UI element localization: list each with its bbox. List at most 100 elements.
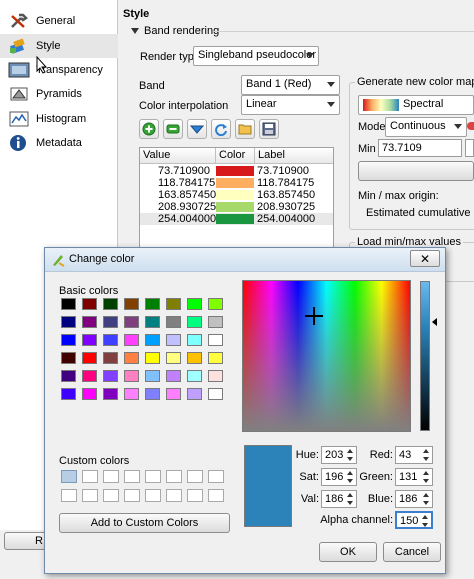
- custom-color-swatch[interactable]: [208, 489, 224, 502]
- custom-color-swatch[interactable]: [103, 489, 119, 502]
- sidebar-item-metadata[interactable]: Metadata: [0, 131, 118, 155]
- basic-color-swatch[interactable]: [103, 352, 118, 364]
- hue-saturation-picker[interactable]: [242, 280, 411, 432]
- table-header-color[interactable]: Color: [216, 148, 255, 164]
- row-color-swatch[interactable]: [216, 202, 254, 212]
- custom-color-swatch[interactable]: [187, 489, 203, 502]
- basic-color-swatch[interactable]: [187, 352, 202, 364]
- spin-arrows-icon[interactable]: [422, 448, 431, 462]
- value-slider-arrow-icon[interactable]: [432, 318, 437, 326]
- basic-color-swatch[interactable]: [187, 388, 202, 400]
- table-row[interactable]: 163.857450 163.857450: [140, 189, 333, 201]
- basic-color-swatch[interactable]: [103, 370, 118, 382]
- basic-color-swatch[interactable]: [82, 352, 97, 364]
- basic-color-swatch[interactable]: [82, 334, 97, 346]
- basic-color-swatch[interactable]: [124, 298, 139, 310]
- export-button[interactable]: [259, 119, 279, 139]
- custom-color-swatch[interactable]: [187, 470, 203, 483]
- custom-color-swatch[interactable]: [124, 489, 140, 502]
- classify-button[interactable]: [211, 119, 231, 139]
- row-color-swatch[interactable]: [216, 214, 254, 224]
- basic-color-swatch[interactable]: [208, 334, 223, 346]
- load-from-file-button[interactable]: [235, 119, 255, 139]
- min-field[interactable]: 73.7109: [378, 139, 462, 157]
- basic-color-swatch[interactable]: [124, 352, 139, 364]
- basic-color-swatch[interactable]: [124, 388, 139, 400]
- blue-field[interactable]: 186: [395, 490, 433, 508]
- custom-color-swatch[interactable]: [61, 470, 77, 483]
- basic-color-swatch[interactable]: [61, 298, 76, 310]
- basic-color-swatch[interactable]: [124, 370, 139, 382]
- value-slider[interactable]: [420, 281, 430, 431]
- basic-color-swatch[interactable]: [145, 388, 160, 400]
- row-color-swatch[interactable]: [216, 190, 254, 200]
- basic-color-swatch[interactable]: [82, 298, 97, 310]
- table-row[interactable]: 208.930725 208.930725: [140, 201, 333, 213]
- row-color-swatch[interactable]: [216, 166, 254, 176]
- render-type-select[interactable]: Singleband pseudocolor: [193, 46, 319, 66]
- basic-color-swatch[interactable]: [187, 316, 202, 328]
- band-select[interactable]: Band 1 (Red): [241, 75, 340, 95]
- spin-arrows-icon[interactable]: [422, 492, 431, 506]
- basic-color-swatch[interactable]: [103, 316, 118, 328]
- basic-color-swatch[interactable]: [82, 370, 97, 382]
- remove-entry-button[interactable]: [163, 119, 183, 139]
- basic-color-swatch[interactable]: [208, 352, 223, 364]
- ok-button[interactable]: OK: [319, 542, 377, 562]
- green-field[interactable]: 131: [395, 468, 433, 486]
- basic-color-swatch[interactable]: [145, 298, 160, 310]
- add-entry-button[interactable]: [139, 119, 159, 139]
- basic-color-swatch[interactable]: [103, 298, 118, 310]
- max-field-stub[interactable]: [465, 139, 474, 157]
- basic-color-swatch[interactable]: [208, 316, 223, 328]
- left-stub-button[interactable]: R: [4, 532, 48, 550]
- basic-color-swatch[interactable]: [145, 370, 160, 382]
- close-button[interactable]: ✕: [410, 250, 440, 267]
- basic-color-swatch[interactable]: [61, 334, 76, 346]
- collapse-arrow-icon[interactable]: [131, 28, 139, 34]
- interp-select[interactable]: Linear: [241, 95, 340, 115]
- basic-color-swatch[interactable]: [145, 352, 160, 364]
- sidebar-item-general[interactable]: General: [0, 9, 118, 33]
- spin-arrows-icon[interactable]: [422, 470, 431, 484]
- basic-color-swatch[interactable]: [208, 298, 223, 310]
- dialog-titlebar[interactable]: Change color ✕: [45, 248, 445, 272]
- basic-color-swatch[interactable]: [166, 334, 181, 346]
- classify-colormap-button[interactable]: [358, 161, 474, 181]
- basic-color-swatch[interactable]: [187, 370, 202, 382]
- basic-color-swatch[interactable]: [124, 334, 139, 346]
- basic-color-swatch[interactable]: [103, 388, 118, 400]
- table-row[interactable]: 254.004000 254.004000: [140, 213, 333, 225]
- basic-color-swatch[interactable]: [61, 388, 76, 400]
- custom-color-swatch[interactable]: [145, 489, 161, 502]
- color-table[interactable]: Value Color Label 73.710900 73.710900 11…: [139, 147, 334, 257]
- custom-color-swatch[interactable]: [82, 489, 98, 502]
- basic-color-swatch[interactable]: [166, 316, 181, 328]
- custom-color-swatch[interactable]: [145, 470, 161, 483]
- basic-color-swatch[interactable]: [166, 298, 181, 310]
- red-field[interactable]: 43: [395, 446, 433, 464]
- basic-color-swatch[interactable]: [208, 370, 223, 382]
- sidebar-item-pyramids[interactable]: Pyramids: [0, 82, 118, 106]
- basic-color-swatch[interactable]: [166, 352, 181, 364]
- alpha-field[interactable]: 150: [395, 511, 433, 529]
- spin-arrows-icon[interactable]: [421, 514, 430, 528]
- custom-color-swatch[interactable]: [82, 470, 98, 483]
- custom-color-swatch[interactable]: [103, 470, 119, 483]
- add-custom-colors-button[interactable]: Add to Custom Colors: [59, 513, 230, 533]
- basic-color-swatch[interactable]: [61, 370, 76, 382]
- cancel-button[interactable]: Cancel: [383, 542, 441, 562]
- basic-color-swatch[interactable]: [61, 316, 76, 328]
- sidebar-item-style[interactable]: Style: [0, 34, 118, 58]
- mode-select[interactable]: Continuous: [385, 117, 467, 137]
- basic-color-swatch[interactable]: [61, 352, 76, 364]
- sidebar-item-histogram[interactable]: Histogram: [0, 107, 118, 131]
- basic-color-swatch[interactable]: [82, 316, 97, 328]
- custom-color-swatch[interactable]: [124, 470, 140, 483]
- basic-color-swatch[interactable]: [208, 388, 223, 400]
- sidebar-item-transparency[interactable]: Transparency: [0, 58, 118, 82]
- basic-color-swatch[interactable]: [124, 316, 139, 328]
- basic-color-swatch[interactable]: [166, 370, 181, 382]
- basic-color-swatch[interactable]: [145, 334, 160, 346]
- custom-color-swatch[interactable]: [208, 470, 224, 483]
